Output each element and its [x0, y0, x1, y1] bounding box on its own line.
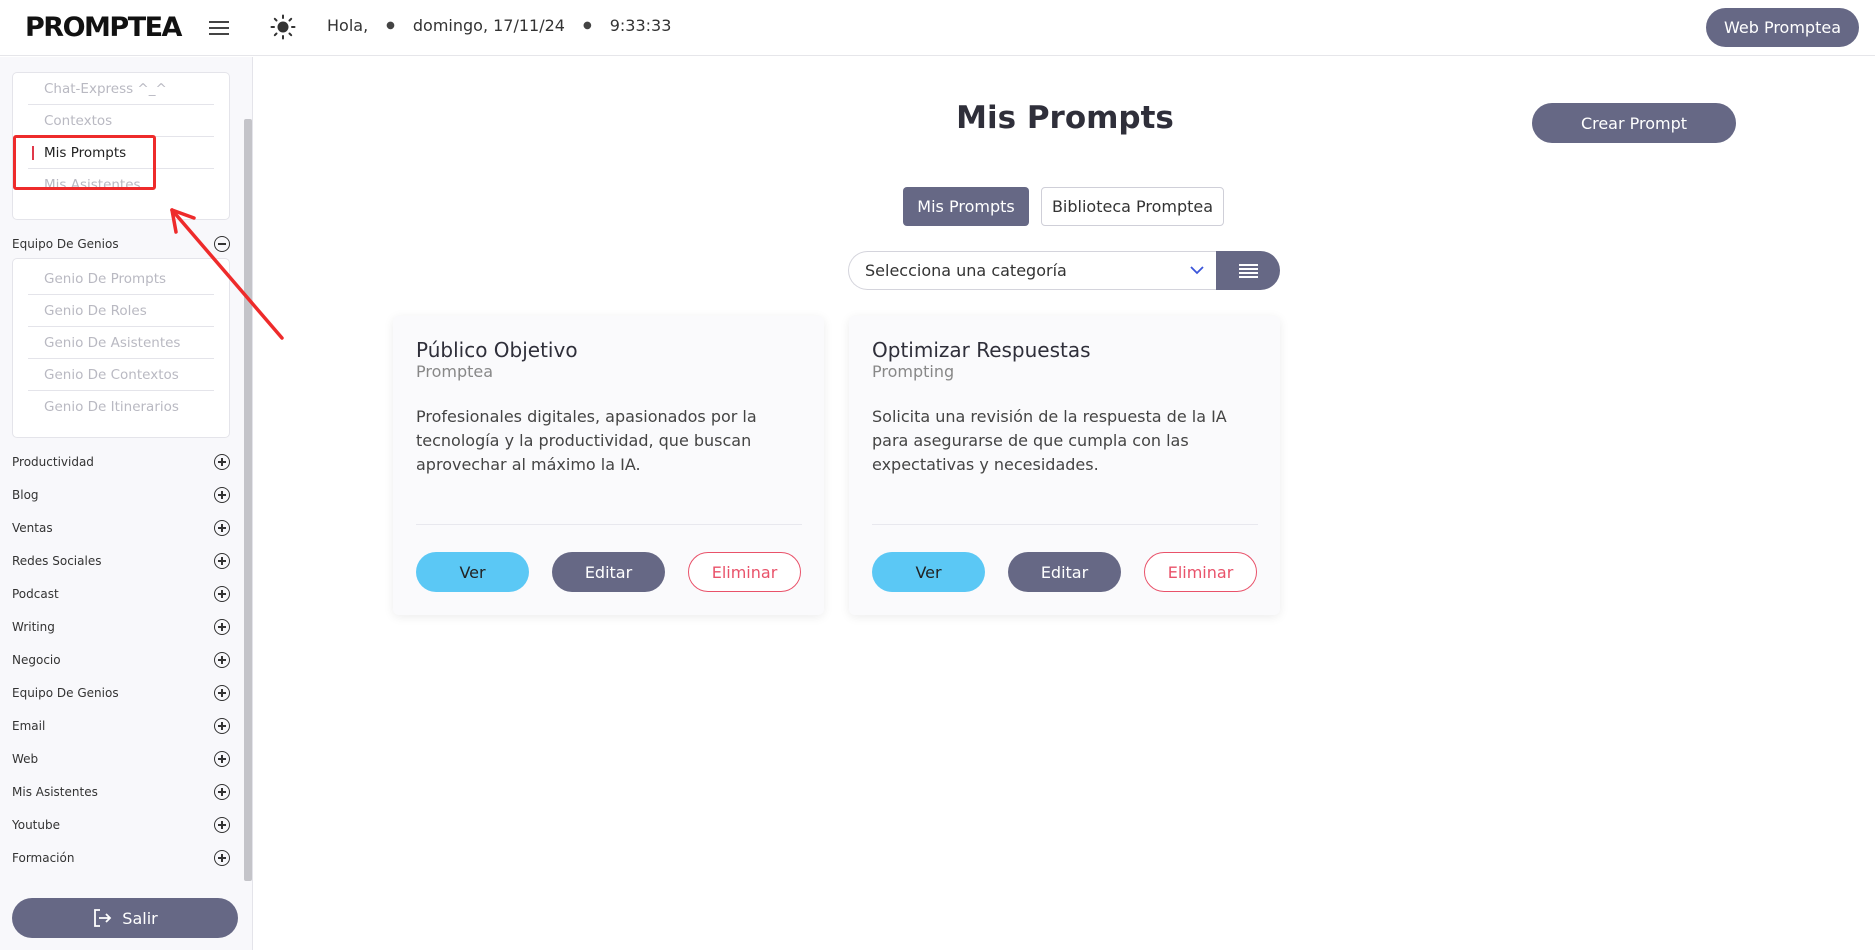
sidebar-section-youtube[interactable]: Youtube	[12, 813, 230, 837]
annotation-arrow-icon	[170, 208, 284, 340]
ver-button[interactable]: Ver	[416, 552, 529, 592]
expand-icon[interactable]	[214, 685, 230, 701]
list-icon	[1239, 264, 1258, 266]
prompt-card: Optimizar Respuestas Prompting Solicita …	[849, 316, 1280, 615]
sidebar-section-web[interactable]: Web	[12, 747, 230, 771]
sidebar-section-blog[interactable]: Blog	[12, 483, 230, 507]
section-label: Podcast	[12, 587, 59, 601]
category-select[interactable]: Selecciona una categoría	[848, 251, 1218, 290]
tab-mis-prompts[interactable]: Mis Prompts	[903, 187, 1029, 226]
sidebar-section-negocio[interactable]: Negocio	[12, 648, 230, 672]
editar-button[interactable]: Editar	[552, 552, 665, 592]
card-subtitle: Promptea	[416, 362, 494, 381]
section-label: Productividad	[12, 455, 94, 469]
ver-button[interactable]: Ver	[872, 552, 985, 592]
card-description: Profesionales digitales, apasionados por…	[416, 407, 757, 474]
menu-icon[interactable]	[207, 17, 231, 37]
chevron-down-icon	[1190, 266, 1204, 275]
section-label: Blog	[12, 488, 39, 502]
logout-icon	[94, 909, 112, 927]
expand-icon[interactable]	[214, 784, 230, 800]
category-select-value: Selecciona una categoría	[865, 261, 1067, 280]
expand-icon[interactable]	[214, 718, 230, 734]
section-label: Negocio	[12, 653, 61, 667]
sidebar-section-email[interactable]: Email	[12, 714, 230, 738]
sidebar-section-productividad[interactable]: Productividad	[12, 450, 230, 474]
section-label: Writing	[12, 620, 55, 634]
sidebar-item-genio-itinerarios[interactable]: Genio De Itinerarios	[28, 391, 214, 423]
card-divider	[416, 524, 802, 525]
sidebar-section-formacion[interactable]: Formación	[12, 846, 230, 870]
logo[interactable]: PROMPTEA	[25, 12, 182, 43]
expand-icon[interactable]	[214, 454, 230, 470]
section-label: Youtube	[12, 818, 60, 832]
sidebar-section-equipo-de-genios-2[interactable]: Equipo De Genios	[12, 681, 230, 705]
sidebar-section-writing[interactable]: Writing	[12, 615, 230, 639]
list-icon	[1239, 268, 1258, 270]
sidebar-section-mis-asistentes[interactable]: Mis Asistentes	[12, 780, 230, 804]
expand-icon[interactable]	[214, 487, 230, 503]
card-subtitle: Prompting	[872, 362, 955, 381]
logout-button[interactable]: Salir	[12, 898, 238, 938]
prompt-card: Público Objetivo Promptea Profesionales …	[393, 316, 824, 615]
list-icon	[1239, 276, 1258, 278]
expand-icon[interactable]	[214, 586, 230, 602]
sidebar-item-contextos[interactable]: Contextos	[28, 105, 214, 137]
expand-icon[interactable]	[214, 817, 230, 833]
section-label: Formación	[12, 851, 75, 865]
card-description: Solicita una revisión de la respuesta de…	[872, 407, 1227, 474]
section-label: Equipo De Genios	[12, 237, 119, 251]
eliminar-button[interactable]: Eliminar	[688, 552, 801, 592]
sidebar-section-ventas[interactable]: Ventas	[12, 516, 230, 540]
section-label: Equipo De Genios	[12, 686, 119, 700]
section-label: Email	[12, 719, 46, 733]
sidebar-section-redes-sociales[interactable]: Redes Sociales	[12, 549, 230, 573]
expand-icon[interactable]	[214, 553, 230, 569]
top-bar: PROMPTEA Hola, ● domingo, 17/11/24 ● 9:3…	[0, 0, 1875, 56]
card-title: Público Objetivo	[416, 338, 578, 362]
greeting-bar: Hola, ● domingo, 17/11/24 ● 9:33:33	[327, 16, 671, 35]
list-view-button[interactable]	[1216, 251, 1280, 290]
expand-icon[interactable]	[214, 652, 230, 668]
sidebar-section-podcast[interactable]: Podcast	[12, 582, 230, 606]
list-icon	[1239, 272, 1258, 274]
section-label: Web	[12, 752, 39, 766]
sidebar-item-chat-express[interactable]: Chat-Express ^_^	[28, 73, 214, 105]
greeting-text: Hola,	[327, 16, 369, 35]
expand-icon[interactable]	[214, 520, 230, 536]
sidebar-item-genio-contextos[interactable]: Genio De Contextos	[28, 359, 214, 391]
page-title: Mis Prompts	[956, 100, 1174, 136]
date-text: domingo, 17/11/24	[412, 16, 565, 35]
separator-dot: ●	[582, 20, 592, 31]
separator-dot: ●	[386, 20, 395, 31]
time-text: 9:33:33	[609, 16, 672, 35]
expand-icon[interactable]	[214, 751, 230, 767]
sun-icon[interactable]	[270, 14, 296, 40]
editar-button[interactable]: Editar	[1008, 552, 1121, 592]
crear-prompt-button[interactable]: Crear Prompt	[1532, 103, 1736, 143]
section-label: Mis Asistentes	[12, 785, 98, 799]
logout-label: Salir	[122, 908, 158, 928]
card-title: Optimizar Respuestas	[872, 338, 1091, 362]
card-divider	[872, 524, 1258, 525]
web-promptea-button[interactable]: Web Promptea	[1706, 8, 1859, 47]
highlight-box	[13, 135, 156, 190]
expand-icon[interactable]	[214, 619, 230, 635]
section-label: Redes Sociales	[12, 554, 102, 568]
expand-icon[interactable]	[214, 850, 230, 866]
tab-biblioteca-promptea[interactable]: Biblioteca Promptea	[1041, 187, 1224, 226]
section-label: Ventas	[12, 521, 53, 535]
eliminar-button[interactable]: Eliminar	[1144, 552, 1257, 592]
